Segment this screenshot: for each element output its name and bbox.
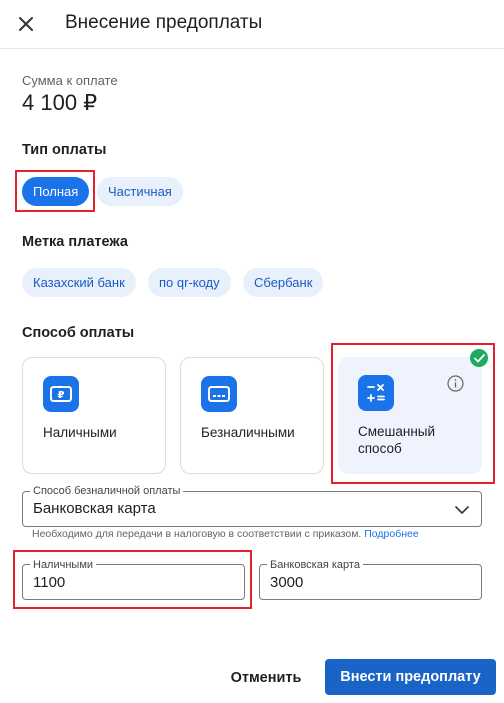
dialog-title: Внесение предоплаты	[65, 12, 263, 33]
cash-amount-value: 1100	[33, 574, 66, 591]
check-icon	[470, 349, 488, 367]
calculator-icon	[358, 375, 394, 411]
cashless-hint: Необходимо для передачи в налоговую в со…	[32, 528, 419, 540]
card-icon	[201, 376, 237, 412]
cancel-button[interactable]: Отменить	[218, 660, 314, 696]
chip-full-payment[interactable]: Полная	[22, 177, 90, 206]
method-card-cashless[interactable]: Безналичными	[180, 357, 324, 474]
method-card-cash-label: Наличными	[43, 425, 117, 440]
chip-tag-qr[interactable]: по qr-коду	[148, 268, 231, 297]
chip-tag-sberbank[interactable]: Сбербанк	[243, 268, 324, 297]
card-amount-label: Банковская карта	[267, 559, 363, 571]
payment-tag-title: Метка платежа	[22, 234, 128, 250]
chevron-down-icon	[455, 503, 469, 517]
cashless-method-label: Способ безналичной оплаты	[30, 485, 184, 497]
chip-tag-kazakh-bank[interactable]: Казахский банк	[22, 268, 136, 297]
method-card-mixed-label: Смешанный способ	[358, 424, 436, 456]
cash-amount-label: Наличными	[30, 559, 97, 571]
cash-icon: ₽	[43, 376, 79, 412]
cashless-hint-text: Необходимо для передачи в налоговую в со…	[32, 528, 362, 540]
close-icon[interactable]	[14, 12, 38, 36]
dialog-header: Внесение предоплаты	[0, 0, 504, 49]
cashless-method-value: Банковская карта	[33, 500, 156, 517]
info-icon[interactable]	[447, 375, 464, 392]
submit-prepayment-button[interactable]: Внести предоплату	[325, 659, 496, 695]
payment-type-title: Тип оплаты	[22, 142, 107, 158]
amount-label: Сумма к оплате	[22, 73, 118, 88]
method-card-cash[interactable]: ₽ Наличными	[22, 357, 166, 474]
chip-partial-payment[interactable]: Частичная	[97, 177, 183, 206]
payment-method-title: Способ оплаты	[22, 325, 135, 341]
card-amount-value: 3000	[270, 574, 304, 591]
svg-text:₽: ₽	[58, 390, 65, 401]
method-card-cashless-label: Безналичными	[201, 425, 295, 440]
amount-value: 4 100 ₽	[22, 90, 98, 115]
method-card-mixed[interactable]: Смешанный способ	[338, 357, 482, 474]
more-info-link[interactable]: Подробнее	[364, 528, 418, 540]
